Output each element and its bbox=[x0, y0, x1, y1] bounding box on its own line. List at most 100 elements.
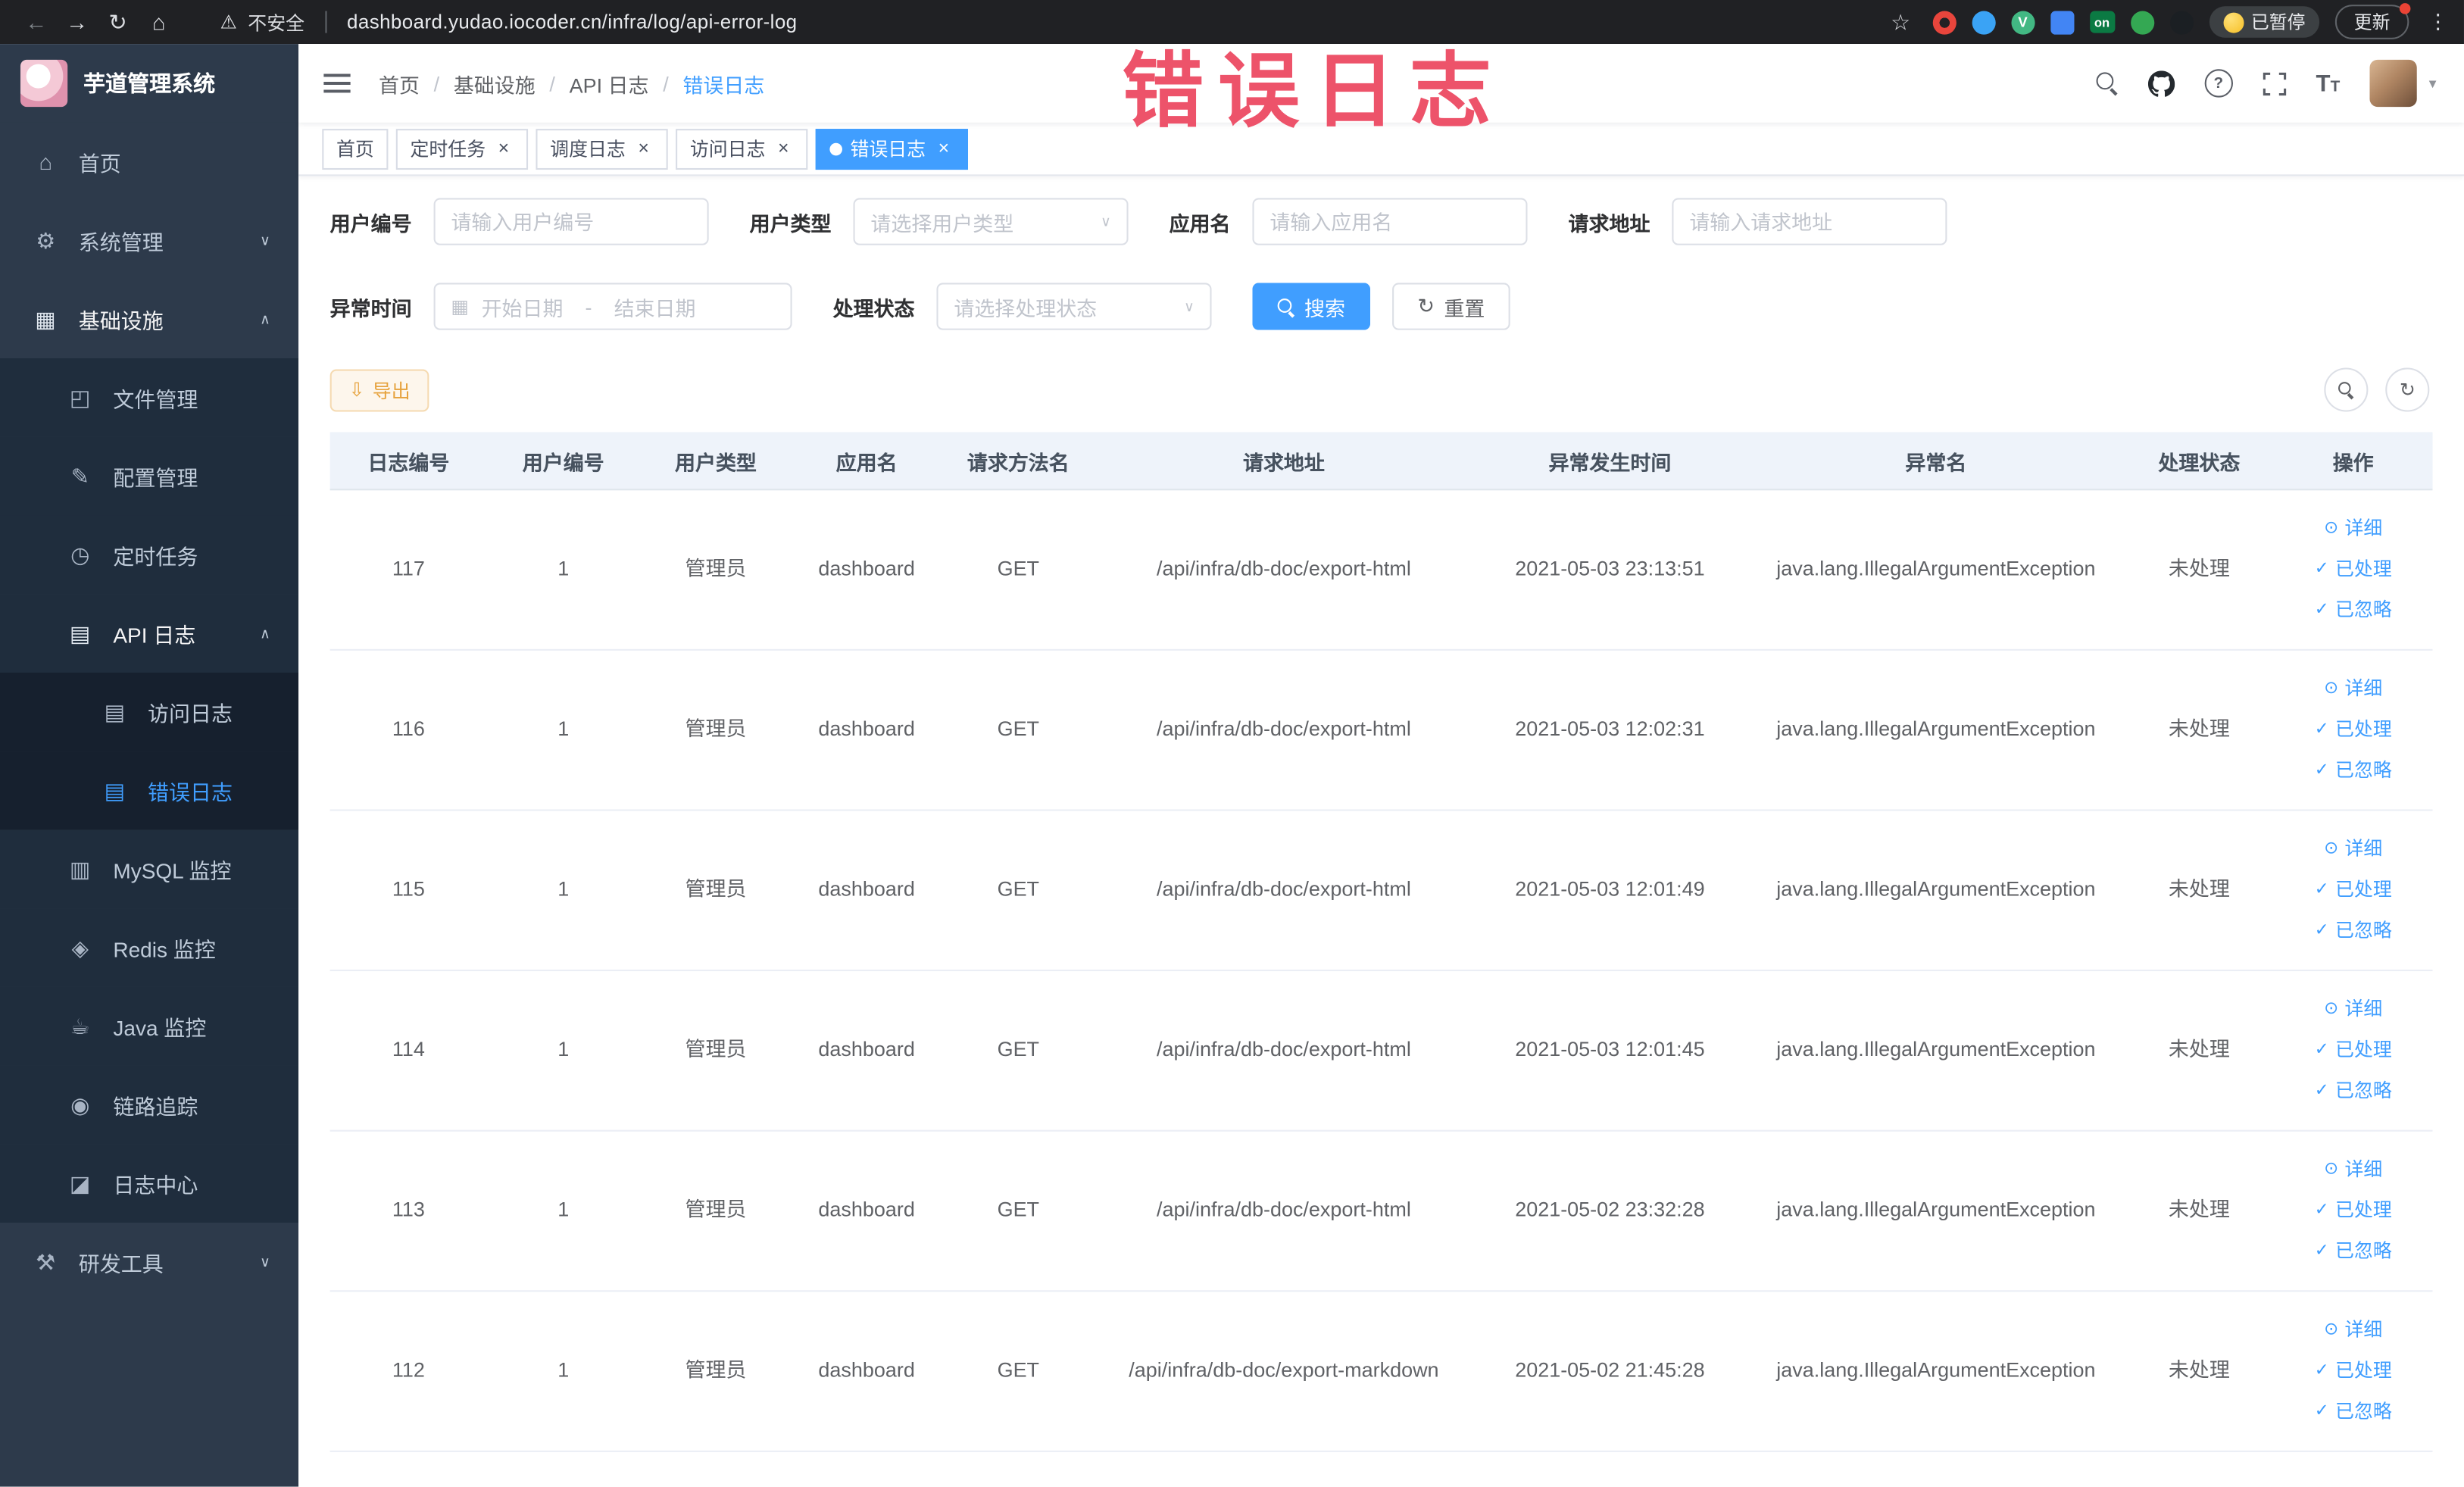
action-detail-link[interactable]: ⊙ 详细 bbox=[2324, 509, 2382, 548]
toggle-search-button[interactable] bbox=[2324, 367, 2369, 412]
tab-close-icon[interactable]: × bbox=[933, 139, 954, 159]
search-icon[interactable] bbox=[2096, 72, 2118, 94]
cell-id: 115 bbox=[392, 877, 425, 901]
config-icon: ✎ bbox=[70, 462, 89, 489]
tab-access-log[interactable]: 访问日志 × bbox=[676, 128, 808, 170]
sidebar-item-dev-tools[interactable]: ⚒ 研发工具 ∨ bbox=[0, 1223, 299, 1301]
cell-actions: ⊙ 详细 ✓ 已处理 ✓ 已忽略 bbox=[2274, 811, 2433, 970]
bookmark-star-icon[interactable]: ☆ bbox=[1891, 8, 1910, 35]
user-id-input[interactable] bbox=[433, 198, 709, 245]
action-processed-link[interactable]: ✓ 已处理 bbox=[2315, 1031, 2392, 1070]
user-type-label: 用户类型 bbox=[749, 211, 832, 236]
back-icon[interactable]: ← bbox=[16, 9, 57, 34]
refresh-table-button[interactable]: ↻ bbox=[2385, 367, 2430, 412]
breadcrumb-item[interactable]: 错误日志 bbox=[682, 68, 764, 98]
browser-menu-icon[interactable]: ⋮ bbox=[2428, 9, 2448, 34]
action-ignored-link[interactable]: ✓ 已忽略 bbox=[2315, 751, 2392, 791]
hamburger-icon[interactable] bbox=[323, 73, 351, 93]
sidebar-item-error-log[interactable]: ▤ 错误日志 bbox=[0, 751, 299, 830]
help-icon[interactable]: ? bbox=[2204, 69, 2233, 98]
action-ignored-link[interactable]: ✓ 已忽略 bbox=[2315, 1232, 2392, 1271]
cell-status: 未处理 bbox=[2168, 717, 2230, 741]
sidebar-item-redis-monitor[interactable]: ◈ Redis 监控 bbox=[0, 908, 299, 987]
column-header: 用户编号 bbox=[522, 450, 604, 474]
extension-ring-icon[interactable] bbox=[1932, 10, 1957, 34]
user-type-select[interactable]: 请选择用户类型 ∨ bbox=[853, 198, 1129, 245]
cell-user-type: 管理员 bbox=[685, 1198, 747, 1222]
action-ignored-link[interactable]: ✓ 已忽略 bbox=[2315, 1072, 2392, 1111]
request-url-input[interactable] bbox=[1672, 198, 1947, 245]
sidebar-item-access-log[interactable]: ▤ 访问日志 bbox=[0, 672, 299, 751]
user-type-placeholder: 请选择用户类型 bbox=[870, 211, 1014, 236]
home-icon[interactable]: ⌂ bbox=[139, 9, 180, 34]
action-processed-link[interactable]: ✓ 已处理 bbox=[2315, 870, 2392, 910]
column-header: 请求地址 bbox=[1242, 450, 1325, 474]
app-name-input[interactable] bbox=[1252, 198, 1528, 245]
cell-user-type: 管理员 bbox=[685, 1038, 747, 1062]
action-label: 详细 bbox=[2344, 677, 2383, 700]
sidebar-item-log-center[interactable]: ◪ 日志中心 bbox=[0, 1144, 299, 1223]
process-status-select[interactable]: 请选择处理状态 ∨ bbox=[936, 283, 1212, 330]
tab-scheduled-jobs[interactable]: 定时任务 × bbox=[395, 128, 529, 170]
tab-home[interactable]: 首页 bbox=[322, 128, 389, 170]
sidebar-item-config-management[interactable]: ✎ 配置管理 bbox=[0, 436, 299, 516]
error-log-table: 日志编号 用户编号 用户类型 应用名 请求方法名 请求地址 异常发生时间 异常名 处理状态 操作 … bbox=[329, 432, 2433, 1452]
search-button[interactable]: 搜索 bbox=[1252, 283, 1371, 330]
check-icon: ✓ bbox=[2314, 1081, 2329, 1101]
action-ignored-link[interactable]: ✓ 已忽略 bbox=[2315, 591, 2392, 630]
action-processed-link[interactable]: ✓ 已处理 bbox=[2315, 1351, 2392, 1391]
refresh-icon[interactable]: ↻ bbox=[98, 8, 139, 35]
app-logo[interactable]: 芋道管理系统 bbox=[0, 44, 298, 123]
sidebar-item-java-monitor[interactable]: ☕ Java 监控 bbox=[0, 986, 299, 1066]
action-ignored-link[interactable]: ✓ 已忽略 bbox=[2315, 911, 2392, 951]
sidebar-item-api-log[interactable]: ▤ API 日志 ∧ bbox=[0, 594, 299, 673]
cell-user-type: 管理员 bbox=[685, 1358, 747, 1382]
github-icon[interactable] bbox=[2147, 70, 2175, 96]
sidebar-item-mysql-monitor[interactable]: ▥ MySQL 监控 bbox=[0, 829, 299, 909]
tab-close-icon[interactable]: × bbox=[773, 139, 794, 159]
sidebar-item-home[interactable]: ⌂ 首页 bbox=[0, 122, 299, 201]
forward-icon[interactable]: → bbox=[57, 9, 98, 34]
action-label: 已忽略 bbox=[2335, 1239, 2392, 1262]
action-detail-link[interactable]: ⊙ 详细 bbox=[2324, 1310, 2382, 1350]
check-icon: ✓ bbox=[2314, 1040, 2329, 1060]
tab-close-icon[interactable]: × bbox=[493, 139, 514, 159]
paused-badge[interactable]: 已暂停 bbox=[2208, 6, 2320, 38]
action-processed-link[interactable]: ✓ 已处理 bbox=[2315, 711, 2392, 750]
vue-devtools-icon[interactable]: V bbox=[2010, 10, 2035, 34]
extension-leaf-icon[interactable] bbox=[2130, 10, 2154, 34]
sidebar-item-scheduled-jobs[interactable]: ◷ 定时任务 bbox=[0, 515, 299, 595]
action-detail-link[interactable]: ⊙ 详细 bbox=[2324, 670, 2382, 709]
extension-dark-icon[interactable] bbox=[2169, 10, 2194, 34]
action-ignored-link[interactable]: ✓ 已忽略 bbox=[2315, 1392, 2392, 1432]
detail-eye-icon: ⊙ bbox=[2324, 1160, 2339, 1179]
action-detail-link[interactable]: ⊙ 详细 bbox=[2324, 1151, 2382, 1190]
url-text[interactable]: dashboard.yudao.iocoder.cn/infra/log/api… bbox=[347, 11, 798, 33]
action-detail-link[interactable]: ⊙ 详细 bbox=[2324, 829, 2382, 869]
tab-close-icon[interactable]: × bbox=[633, 139, 654, 159]
sidebar-item-infrastructure[interactable]: ▦ 基础设施 ∧ bbox=[0, 280, 299, 359]
breadcrumb-item[interactable]: 首页 bbox=[379, 68, 420, 98]
extension-grid-icon[interactable] bbox=[2050, 10, 2074, 34]
extension-on-badge[interactable]: on bbox=[2089, 11, 2115, 33]
action-processed-link[interactable]: ✓ 已处理 bbox=[2315, 550, 2392, 589]
fullscreen-icon[interactable] bbox=[2263, 71, 2286, 95]
font-size-icon[interactable]: TT bbox=[2316, 70, 2341, 96]
breadcrumb-item[interactable]: 基础设施 bbox=[454, 68, 536, 98]
sidebar-item-system-management[interactable]: ⚙ 系统管理 ∨ bbox=[0, 201, 299, 280]
tab-error-log[interactable]: 错误日志 × bbox=[815, 128, 969, 170]
sidebar-item-trace[interactable]: ◉ 链路追踪 bbox=[0, 1065, 299, 1145]
tab-job-log[interactable]: 调度日志 × bbox=[536, 128, 668, 170]
content: 用户编号 用户类型 请选择用户类型 ∨ 应用名 bbox=[298, 176, 2464, 1487]
action-detail-link[interactable]: ⊙ 详细 bbox=[2324, 990, 2382, 1029]
sidebar-item-file-management[interactable]: ◰ 文件管理 bbox=[0, 358, 299, 437]
date-range-input[interactable]: ▦ 开始日期 - 结束日期 bbox=[433, 283, 792, 330]
reset-button[interactable]: ↻ 重置 bbox=[1392, 283, 1510, 330]
breadcrumb-item[interactable]: API 日志 bbox=[570, 68, 649, 98]
user-menu[interactable]: ▼ bbox=[2369, 59, 2439, 108]
extension-drop-icon[interactable] bbox=[1972, 10, 1996, 34]
update-button[interactable]: 更新 bbox=[2334, 3, 2411, 39]
export-button[interactable]: ⇩ 导出 bbox=[329, 368, 429, 411]
action-processed-link[interactable]: ✓ 已处理 bbox=[2315, 1192, 2392, 1231]
address-bar[interactable]: ⚠ 不安全 dashboard.yudao.iocoder.cn/infra/l… bbox=[220, 8, 797, 35]
